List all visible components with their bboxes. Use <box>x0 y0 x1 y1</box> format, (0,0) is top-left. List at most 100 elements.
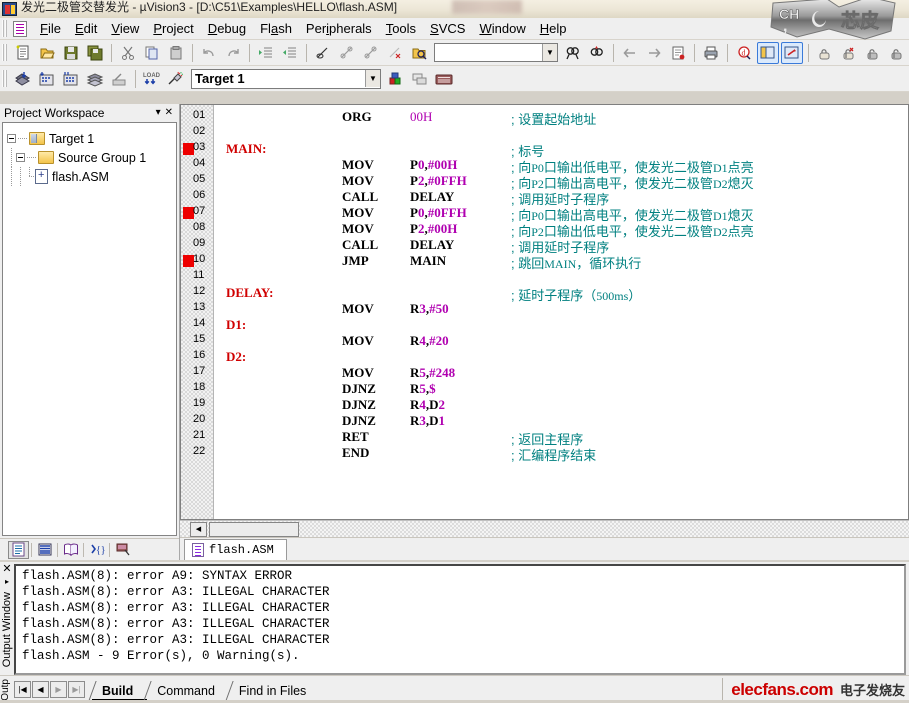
first-icon[interactable]: |◀ <box>14 681 31 698</box>
target-select[interactable]: Target 1 ▼ <box>191 68 381 89</box>
chevron-down-icon[interactable]: ▼ <box>542 44 557 61</box>
tree-connector <box>27 157 37 158</box>
editor-gutter[interactable]: 01 02 03 04 05 06 07 08 09 10 11 12 13 14 15 16 17 18 19 20… <box>181 105 214 519</box>
collapse-box-icon[interactable] <box>16 153 25 162</box>
find-icon[interactable] <box>562 42 584 64</box>
output-tab-bar[interactable]: Outp |◀ ◀ ▶ ▶| Build Command Find in Fil… <box>0 675 909 703</box>
clear-bookmarks-icon[interactable] <box>384 42 406 64</box>
menu-file[interactable]: File <box>33 19 68 38</box>
close-icon[interactable]: ✕ <box>2 564 11 575</box>
last-icon[interactable]: ▶| <box>68 681 85 698</box>
find-combo[interactable]: ▼ <box>434 43 558 62</box>
tree-item-target1[interactable]: Target 1 <box>7 129 172 148</box>
symbols-icon[interactable] <box>886 42 908 64</box>
menu-tools[interactable]: Tools <box>379 19 423 38</box>
output-line: flash.ASM(8): error A3: ILLEGAL CHARACTE… <box>22 633 330 647</box>
file-tab-flash-asm[interactable]: flash.ASM <box>184 539 287 560</box>
functions-icon[interactable]: {} <box>86 541 107 559</box>
watch-icon[interactable] <box>814 42 836 64</box>
tab-find-in-files[interactable]: Find in Files <box>228 681 321 701</box>
prev-icon[interactable]: ◀ <box>32 681 49 698</box>
scrollbar-thumb[interactable] <box>209 521 299 537</box>
outdent-icon[interactable] <box>279 42 301 64</box>
prev-bookmark-icon[interactable] <box>360 42 382 64</box>
manage-components-icon[interactable] <box>409 68 431 90</box>
tab-strip[interactable]: Build Command Find in Files <box>92 679 321 701</box>
menu-edit[interactable]: Edit <box>68 19 104 38</box>
new-file-icon[interactable] <box>12 42 34 64</box>
serial-icon[interactable] <box>862 42 884 64</box>
editor-file-tabs[interactable]: flash.ASM <box>180 537 909 560</box>
output-window-icon[interactable] <box>781 41 803 64</box>
save-icon[interactable] <box>60 42 82 64</box>
tree-item-flash-asm[interactable]: flash.ASM <box>7 167 172 186</box>
print-icon[interactable] <box>700 42 722 64</box>
copy-icon[interactable] <box>141 42 163 64</box>
files-icon[interactable] <box>8 540 29 559</box>
batch-build-icon[interactable] <box>84 68 106 90</box>
next-bookmark-icon[interactable] <box>336 42 358 64</box>
indent-icon[interactable] <box>255 42 277 64</box>
menu-window[interactable]: Window <box>472 19 532 38</box>
workspace-tab-strip[interactable]: {} <box>0 538 179 560</box>
tab-build[interactable]: Build <box>92 681 148 701</box>
find-next-icon[interactable] <box>586 42 608 64</box>
goto-icon[interactable] <box>667 42 689 64</box>
download-icon[interactable]: LOAD <box>141 68 163 90</box>
build-toolbar-gripper[interactable] <box>2 70 8 87</box>
templates-icon[interactable] <box>112 541 133 559</box>
project-tree[interactable]: Target 1 Source Group 1 flash.ASM <box>2 122 177 536</box>
menu-view[interactable]: View <box>104 19 146 38</box>
rebuild-all-icon[interactable] <box>60 68 82 90</box>
chevron-down-icon[interactable]: ▼ <box>365 70 380 87</box>
tab-command[interactable]: Command <box>147 681 229 701</box>
forward-icon[interactable] <box>643 42 665 64</box>
debug-start-icon[interactable] <box>165 68 187 90</box>
menu-project[interactable]: Project <box>146 19 200 38</box>
save-all-icon[interactable] <box>84 42 106 64</box>
code-mnemonic: MOV <box>342 157 374 172</box>
project-window-icon[interactable] <box>757 41 779 64</box>
registers-icon[interactable] <box>34 541 55 559</box>
target-options-icon[interactable] <box>385 68 407 90</box>
keyboard-icon[interactable] <box>433 68 455 90</box>
code-editor[interactable]: 01 02 03 04 05 06 07 08 09 10 11 12 13 14 15 16 17 18 19 20… <box>180 104 909 520</box>
code-label: DELAY: <box>226 285 274 300</box>
file-toolbar[interactable]: ▼ d <box>0 40 909 66</box>
pin-icon[interactable]: ▸ <box>5 577 9 586</box>
toggle-bookmark-icon[interactable] <box>312 42 334 64</box>
menubar-gripper[interactable] <box>2 20 8 37</box>
menu-bar[interactable]: File Edit View Project Debug Flash Perip… <box>0 18 909 40</box>
stop-build-icon[interactable] <box>108 68 130 90</box>
menu-help[interactable]: Help <box>533 19 574 38</box>
redo-icon[interactable] <box>222 42 244 64</box>
find-in-files-icon[interactable] <box>408 42 430 64</box>
file-toolbar-gripper[interactable] <box>2 44 8 61</box>
collapse-box-icon[interactable] <box>7 134 16 143</box>
scroll-left-icon[interactable]: ◀ <box>190 521 207 537</box>
build-icon[interactable] <box>36 68 58 90</box>
menu-svcs[interactable]: SVCS <box>423 19 472 38</box>
undo-icon[interactable] <box>198 42 220 64</box>
build-toolbar[interactable]: LOAD Target 1 ▼ <box>0 66 909 92</box>
open-file-icon[interactable] <box>36 42 58 64</box>
toolbar-separator <box>306 43 307 62</box>
paste-icon[interactable] <box>165 42 187 64</box>
menu-flash[interactable]: Flash <box>253 19 299 38</box>
code-text[interactable]: ORG 00H ; 设置起始地址 MAIN: ; 标号 MOV P0,#00H ; 向P0口输… <box>214 105 908 519</box>
next-icon[interactable]: ▶ <box>50 681 67 698</box>
editor-horizontal-scrollbar[interactable]: ◀ <box>180 520 909 537</box>
books-icon[interactable] <box>60 541 81 559</box>
menu-peripherals[interactable]: Peripherals <box>299 19 379 38</box>
back-icon[interactable] <box>619 42 641 64</box>
tree-item-source-group1[interactable]: Source Group 1 <box>7 148 172 167</box>
cut-icon[interactable] <box>117 42 139 64</box>
close-icon[interactable]: ✕ <box>165 108 173 118</box>
menu-debug[interactable]: Debug <box>201 19 253 38</box>
output-log[interactable]: flash.ASM(8): error A9: SYNTAX ERROR fla… <box>14 564 906 675</box>
translate-icon[interactable] <box>12 68 34 90</box>
window-title: 发光二极管交替发光 - µVision3 - [D:\C51\Examples\… <box>21 0 398 14</box>
about-icon[interactable]: d <box>733 42 755 64</box>
chevron-down-icon[interactable]: ▾ <box>156 108 161 118</box>
memory-icon[interactable] <box>838 42 860 64</box>
